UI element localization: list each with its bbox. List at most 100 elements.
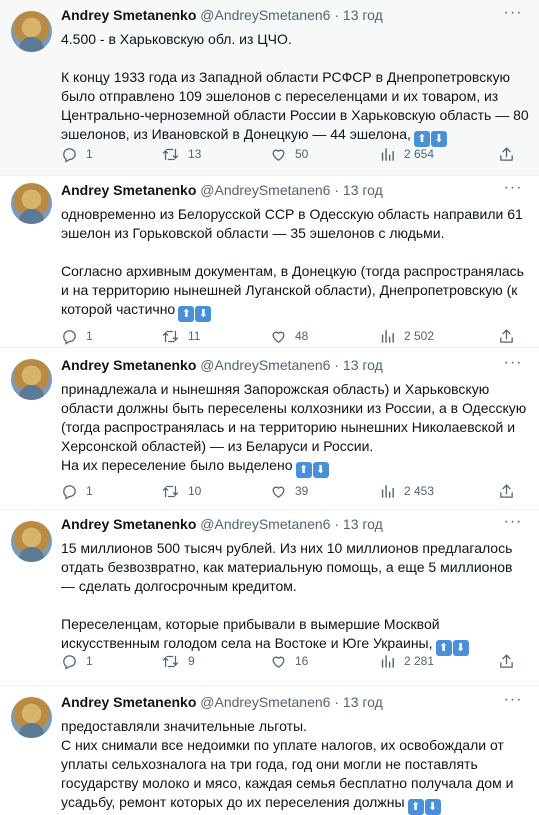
tweet-text: одновременно из Белорусской ССР в Одесск… (61, 205, 529, 322)
retweet-button[interactable]: 13 (161, 144, 201, 164)
views-icon (381, 330, 394, 344)
like-count: 39 (295, 484, 309, 498)
reply-count: 1 (86, 654, 93, 668)
share-button[interactable] (498, 144, 515, 164)
reply-button[interactable]: 1 (61, 481, 93, 501)
author-name[interactable]: Andrey Smetanenko (61, 357, 196, 373)
like-button[interactable]: 50 (270, 144, 308, 164)
timestamp[interactable]: 13 год (343, 516, 383, 532)
timestamp[interactable]: 13 год (343, 7, 383, 23)
tweet[interactable]: Andrey Smetanenko @AndreySmetanen6 · 13 … (0, 176, 539, 348)
tweet-header: Andrey Smetanenko @AndreySmetanen6 · 13 … (61, 6, 529, 25)
tweet-paragraph: На их переселение было выделено ⬆ ⬇ (61, 456, 529, 478)
tweet[interactable]: Andrey Smetanenko @AndreySmetanen6 · 13 … (0, 0, 539, 176)
author-handle[interactable]: @AndreySmetanen6 (200, 357, 330, 373)
tweet-paragraph: 4.500 - в Харьковскую обл. из ЦЧО. (61, 31, 292, 47)
tweet-text: 15 миллионов 500 тысяч рублей. Из них 10… (61, 539, 529, 656)
like-count: 48 (295, 329, 309, 343)
tweet[interactable]: Andrey Smetanenko @AndreySmetanen6 · 13 … (0, 686, 539, 815)
tweet-text: 4.500 - в Харьковскую обл. из ЦЧО. К кон… (61, 30, 529, 147)
tweet-actions: 1 10 39 2 453 (61, 481, 539, 501)
reply-button[interactable]: 1 (61, 144, 93, 164)
reply-icon (63, 485, 76, 501)
timestamp[interactable]: 13 год (343, 357, 383, 373)
views-button[interactable]: 2 654 (379, 144, 434, 164)
retweet-count: 10 (188, 484, 202, 498)
avatar[interactable] (11, 11, 52, 52)
retweet-button[interactable]: 11 (161, 326, 200, 346)
retweet-count: 13 (188, 147, 202, 161)
reply-icon (63, 330, 76, 346)
tweet[interactable]: Andrey Smetanenko @AndreySmetanen6 · 13 … (0, 510, 539, 686)
dot-separator: · (334, 694, 340, 710)
reply-count: 1 (86, 484, 93, 498)
like-button[interactable]: 39 (270, 481, 308, 501)
up-down-arrows-icon: ⬆ ⬇ (407, 796, 442, 815)
retweet-icon (162, 486, 179, 498)
tweet-paragraph: Переселенцам, которые прибывали в вымерш… (61, 615, 529, 656)
like-button[interactable]: 48 (270, 326, 308, 346)
author-name[interactable]: Andrey Smetanenko (61, 182, 196, 198)
author-name[interactable]: Andrey Smetanenko (61, 516, 196, 532)
timestamp[interactable]: 13 год (343, 694, 383, 710)
author-handle[interactable]: @AndreySmetanen6 (200, 516, 330, 532)
views-count: 2 654 (404, 147, 435, 161)
views-button[interactable]: 2 281 (379, 651, 434, 671)
retweet-icon (162, 656, 179, 668)
like-count: 50 (295, 147, 309, 161)
author-name[interactable]: Andrey Smetanenko (61, 7, 196, 23)
like-count: 16 (295, 654, 309, 668)
avatar[interactable] (11, 521, 52, 562)
tweet-text: предоставляли значительные льготы. С них… (61, 717, 529, 815)
tweet-header: Andrey Smetanenko @AndreySmetanen6 · 13 … (61, 693, 529, 712)
dot-separator: · (334, 357, 340, 373)
author-handle[interactable]: @AndreySmetanen6 (200, 7, 330, 23)
author-handle[interactable]: @AndreySmetanen6 (200, 694, 330, 710)
more-icon[interactable]: ··· (503, 355, 523, 374)
tweet-text: принадлежала и нынешняя Запорожская обла… (61, 380, 529, 478)
reply-icon (63, 655, 76, 671)
share-button[interactable] (498, 326, 515, 346)
tweet-paragraph: 15 миллионов 500 тысяч рублей. Из них 10… (61, 540, 513, 594)
avatar[interactable] (11, 359, 52, 400)
views-button[interactable]: 2 502 (379, 326, 434, 346)
tweet-header: Andrey Smetanenko @AndreySmetanen6 · 13 … (61, 515, 529, 534)
more-icon[interactable]: ··· (503, 180, 523, 199)
up-down-arrows-icon: ⬆ ⬇ (295, 459, 330, 478)
tweet-paragraph: К концу 1933 года из Западной области РС… (61, 69, 529, 147)
like-button[interactable]: 16 (270, 651, 308, 671)
reply-button[interactable]: 1 (61, 326, 93, 346)
retweet-button[interactable]: 9 (161, 651, 195, 671)
views-button[interactable]: 2 453 (379, 481, 434, 501)
views-count: 2 502 (404, 329, 435, 343)
retweet-button[interactable]: 10 (161, 481, 201, 501)
retweet-icon (162, 331, 179, 343)
avatar[interactable] (11, 183, 52, 224)
tweet-actions: 1 13 50 2 654 (61, 144, 539, 164)
reply-button[interactable]: 1 (61, 651, 93, 671)
more-icon[interactable]: ··· (503, 692, 523, 711)
retweet-count: 11 (188, 329, 201, 343)
more-icon[interactable]: ··· (503, 514, 523, 533)
avatar[interactable] (11, 697, 52, 738)
tweet[interactable]: Andrey Smetanenko @AndreySmetanen6 · 13 … (0, 348, 539, 510)
author-handle[interactable]: @AndreySmetanen6 (200, 182, 330, 198)
reply-count: 1 (86, 329, 93, 343)
share-icon (500, 654, 513, 669)
views-icon (381, 655, 394, 669)
thread-feed: Andrey Smetanenko @AndreySmetanen6 · 13 … (0, 0, 539, 815)
views-count: 2 453 (404, 484, 435, 498)
views-icon (381, 485, 394, 499)
retweet-count: 9 (188, 654, 195, 668)
share-button[interactable] (498, 481, 515, 501)
retweet-icon (162, 149, 179, 161)
share-button[interactable] (498, 651, 515, 671)
tweet-paragraph: одновременно из Белорусской ССР в Одесск… (61, 206, 523, 241)
dot-separator: · (334, 516, 340, 532)
timestamp[interactable]: 13 год (343, 182, 383, 198)
author-name[interactable]: Andrey Smetanenko (61, 694, 196, 710)
tweet-paragraph: Согласно архивным документам, в Донецкую… (61, 263, 524, 322)
tweet-header: Andrey Smetanenko @AndreySmetanen6 · 13 … (61, 181, 529, 200)
tweet-paragraph: С них снимали все недоимки по уплате нал… (61, 737, 514, 815)
more-icon[interactable]: ··· (503, 5, 523, 24)
